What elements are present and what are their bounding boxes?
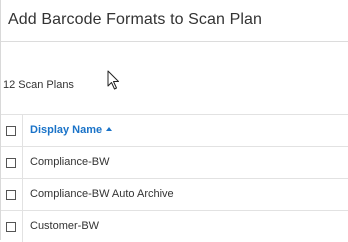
- row-display-name: Customer-BW: [30, 220, 100, 232]
- row-display-name: Compliance-BW Auto Archive: [30, 188, 174, 200]
- row-select-cell: [1, 211, 23, 242]
- dialog-panel: Add Barcode Formats to Scan Plan 12 Scan…: [0, 0, 348, 242]
- mouse-pointer-icon: [107, 70, 119, 90]
- display-name-header-label: Display Name: [30, 124, 103, 136]
- row-checkbox[interactable]: [6, 158, 16, 168]
- row-select-cell: [1, 179, 23, 210]
- scan-plan-count: 12 Scan Plans: [3, 79, 74, 91]
- row-checkbox[interactable]: [6, 222, 16, 232]
- row-display-name: Compliance-BW: [30, 156, 110, 168]
- select-all-checkbox[interactable]: [6, 126, 16, 136]
- row-select-cell: [1, 147, 23, 178]
- sort-ascending-icon: [106, 127, 113, 131]
- table-row[interactable]: Customer-BW: [1, 210, 348, 242]
- table-row[interactable]: Compliance-BW: [1, 146, 348, 178]
- table-row[interactable]: Compliance-BW Auto Archive: [1, 178, 348, 210]
- select-all-cell: [1, 115, 23, 146]
- row-checkbox[interactable]: [6, 190, 16, 200]
- scan-plans-table: Display Name Compliance-BW Compliance-BW…: [1, 114, 348, 242]
- table-header-row: Display Name: [1, 114, 348, 146]
- title-divider: [1, 41, 348, 42]
- display-name-column-header[interactable]: Display Name: [30, 124, 113, 136]
- dialog-title: Add Barcode Formats to Scan Plan: [8, 11, 262, 28]
